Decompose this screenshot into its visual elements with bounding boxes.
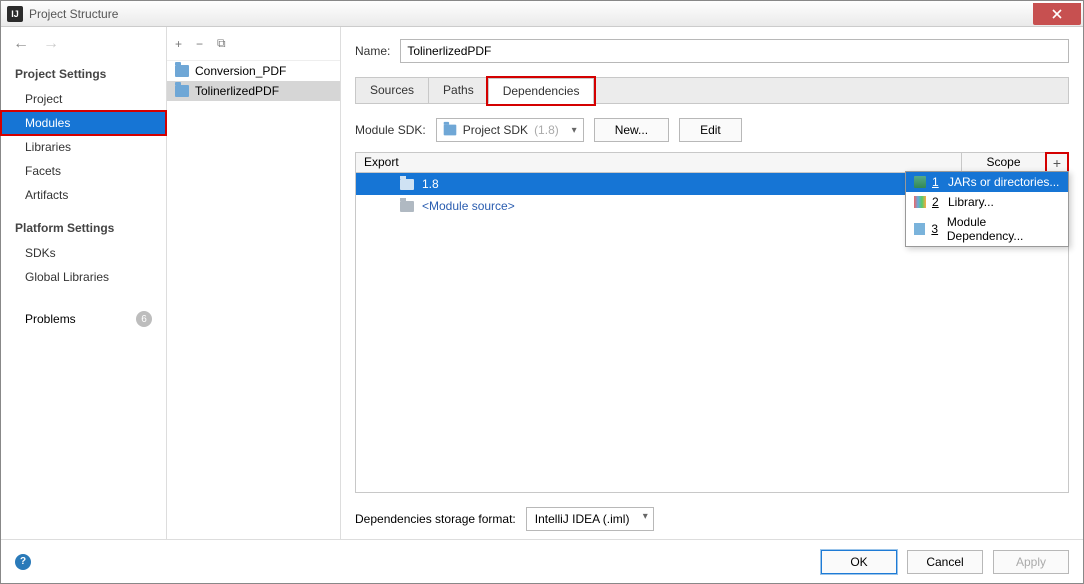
tab-dependencies[interactable]: Dependencies xyxy=(488,78,595,104)
add-dependency-popup: 1 JARs or directories... 2 Library... 3 … xyxy=(905,171,1069,247)
ok-button[interactable]: OK xyxy=(821,550,897,574)
copy-module-icon[interactable]: ⧉ xyxy=(217,36,226,51)
forward-arrow-icon[interactable]: → xyxy=(43,35,59,53)
add-dependency-button[interactable]: + xyxy=(1046,153,1068,172)
sdk-row: Module SDK: Project SDK (1.8) ▾ New... E… xyxy=(355,118,1069,142)
module-list: Conversion_PDF TolinerlizedPDF xyxy=(167,61,340,539)
platform-settings-header: Platform Settings xyxy=(1,215,166,241)
sidebar-item-facets[interactable]: Facets xyxy=(1,159,166,183)
name-label: Name: xyxy=(355,44,390,58)
nav-arrows: ← → xyxy=(1,27,166,61)
dep-label: 1.8 xyxy=(422,177,439,191)
folder-icon xyxy=(175,65,189,77)
module-item-tolinerlizedpdf[interactable]: TolinerlizedPDF xyxy=(167,81,340,101)
app-icon: IJ xyxy=(7,6,23,22)
problems-label: Problems xyxy=(25,312,76,326)
folder-icon xyxy=(175,85,189,97)
remove-module-icon[interactable]: − xyxy=(196,37,203,51)
export-column-header[interactable]: Export xyxy=(356,153,962,172)
add-module-icon[interactable]: + xyxy=(175,37,182,51)
sidebar-item-project[interactable]: Project xyxy=(1,87,166,111)
storage-format-dropdown[interactable]: IntelliJ IDEA (.iml) xyxy=(526,507,654,531)
titlebar: IJ Project Structure xyxy=(1,1,1083,27)
popup-label: Library... xyxy=(948,195,994,209)
chevron-down-icon: ▾ xyxy=(572,125,577,136)
cancel-button[interactable]: Cancel xyxy=(907,550,983,574)
module-icon xyxy=(914,223,925,235)
help-button[interactable]: ? xyxy=(15,554,31,570)
folder-icon xyxy=(443,125,456,136)
popup-item-jars[interactable]: 1 JARs or directories... xyxy=(906,172,1068,192)
window-title: Project Structure xyxy=(29,7,1033,21)
close-button[interactable] xyxy=(1033,3,1081,25)
sidebar-item-sdks[interactable]: SDKs xyxy=(1,241,166,265)
tab-sources[interactable]: Sources xyxy=(355,77,429,103)
problems-count-badge: 6 xyxy=(136,311,152,327)
tab-paths[interactable]: Paths xyxy=(428,77,489,103)
close-icon xyxy=(1052,9,1062,19)
sidebar-item-global-libraries[interactable]: Global Libraries xyxy=(1,265,166,289)
sdk-value: Project SDK xyxy=(463,123,528,137)
library-icon xyxy=(914,196,926,208)
deps-header: Export Scope + xyxy=(356,153,1068,173)
folder-icon xyxy=(400,179,414,190)
dep-label: <Module source> xyxy=(422,199,515,213)
content-area: ← → Project Settings Project Modules Lib… xyxy=(1,27,1083,539)
project-structure-window: IJ Project Structure ← → Project Setting… xyxy=(0,0,1084,584)
edit-sdk-button[interactable]: Edit xyxy=(679,118,742,142)
folder-icon xyxy=(400,201,414,212)
module-toolbar: + − ⧉ xyxy=(167,27,340,61)
popup-underline: 1 xyxy=(932,175,942,189)
back-arrow-icon[interactable]: ← xyxy=(13,35,29,53)
popup-underline: 3 xyxy=(931,222,940,236)
popup-item-module-dep[interactable]: 3 Module Dependency... xyxy=(906,212,1068,246)
sdk-dropdown[interactable]: Project SDK (1.8) ▾ xyxy=(436,118,584,142)
sidebar-item-libraries[interactable]: Libraries xyxy=(1,135,166,159)
new-sdk-button[interactable]: New... xyxy=(594,118,669,142)
sidebar-item-problems[interactable]: Problems 6 xyxy=(1,307,166,331)
sidebar-item-artifacts[interactable]: Artifacts xyxy=(1,183,166,207)
settings-sidebar: ← → Project Settings Project Modules Lib… xyxy=(1,27,167,539)
project-settings-header: Project Settings xyxy=(1,61,166,87)
sdk-label: Module SDK: xyxy=(355,123,426,137)
dependencies-table: Export Scope + 1.8 <Module source> − xyxy=(355,152,1069,493)
module-tabs: Sources Paths Dependencies xyxy=(355,77,1069,104)
module-list-pane: + − ⧉ Conversion_PDF TolinerlizedPDF xyxy=(167,27,341,539)
module-item-conversion-pdf[interactable]: Conversion_PDF xyxy=(167,61,340,81)
dialog-footer: ? OK Cancel Apply xyxy=(1,539,1083,583)
module-label: TolinerlizedPDF xyxy=(195,84,279,98)
tabs-filler xyxy=(593,77,1069,103)
jar-icon xyxy=(914,176,926,188)
main-pane: Name: Sources Paths Dependencies Module … xyxy=(341,27,1083,539)
name-row: Name: xyxy=(355,39,1069,63)
popup-label: JARs or directories... xyxy=(948,175,1059,189)
popup-underline: 2 xyxy=(932,195,942,209)
module-label: Conversion_PDF xyxy=(195,64,286,78)
sidebar-item-modules[interactable]: Modules xyxy=(1,111,166,135)
scope-column-header[interactable]: Scope xyxy=(962,153,1046,172)
popup-item-library[interactable]: 2 Library... xyxy=(906,192,1068,212)
sdk-version: (1.8) xyxy=(534,123,559,137)
module-name-input[interactable] xyxy=(400,39,1069,63)
storage-label: Dependencies storage format: xyxy=(355,512,516,526)
popup-label: Module Dependency... xyxy=(947,215,1060,243)
storage-format-row: Dependencies storage format: IntelliJ ID… xyxy=(355,507,1069,531)
apply-button[interactable]: Apply xyxy=(993,550,1069,574)
